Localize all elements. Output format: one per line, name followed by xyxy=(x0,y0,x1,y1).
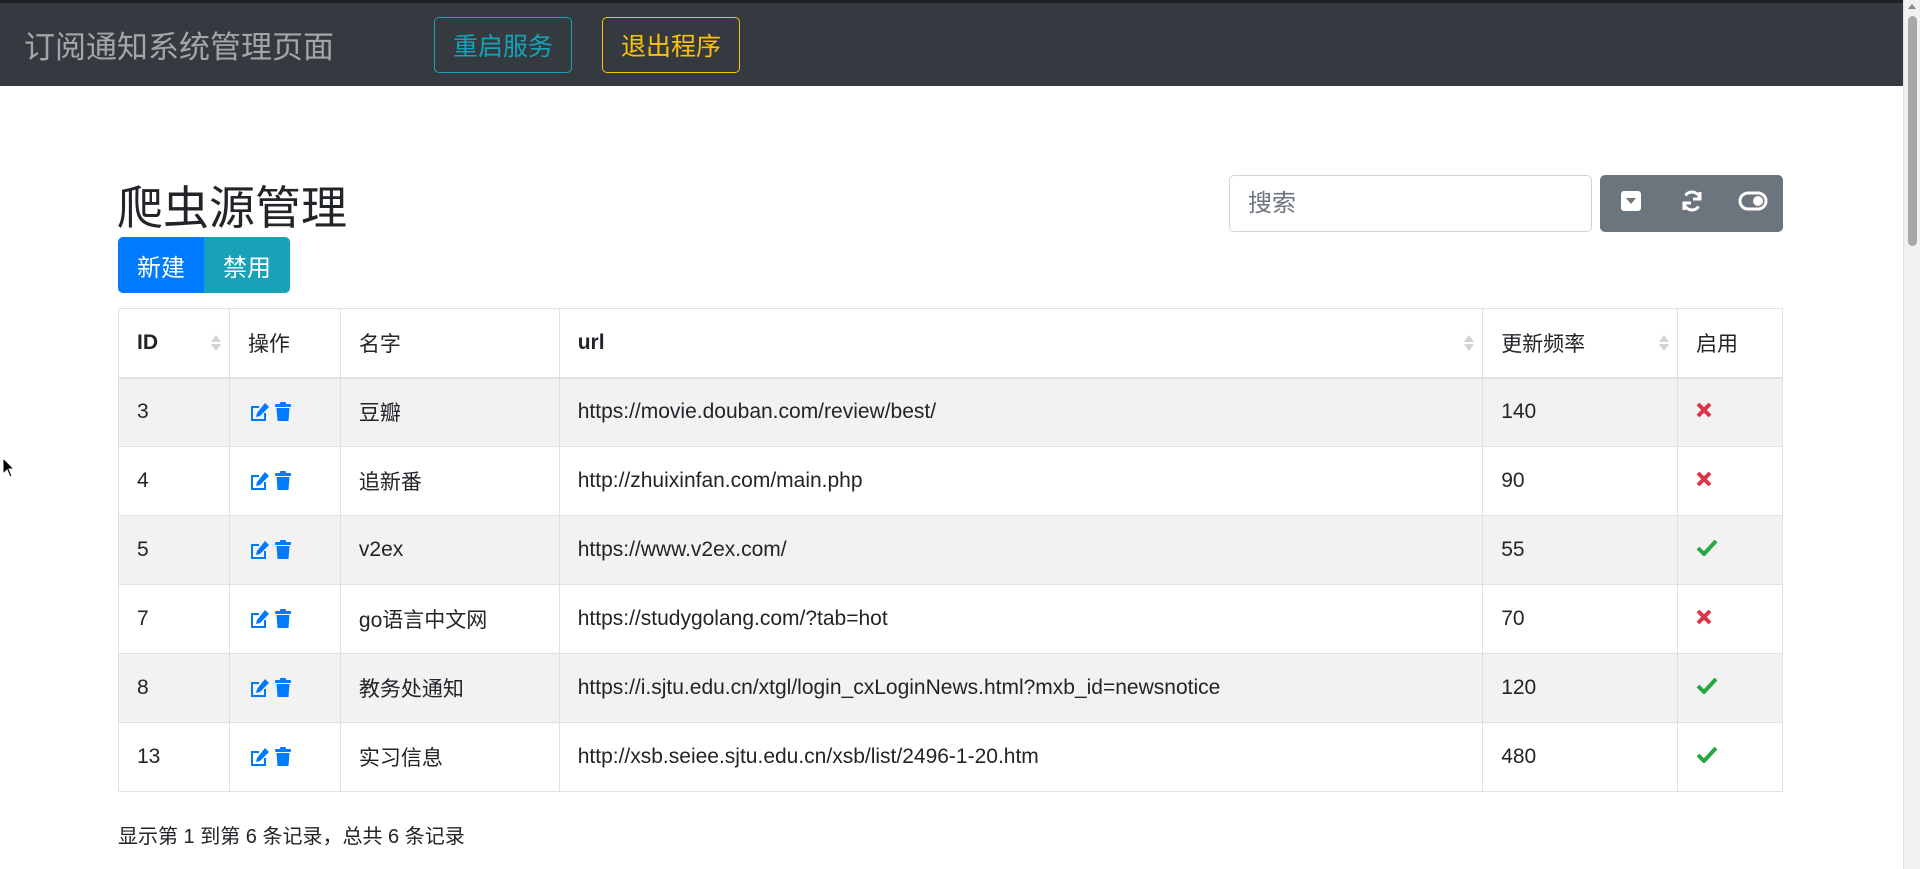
cell-ops xyxy=(228,584,341,654)
trash-icon[interactable] xyxy=(274,678,292,698)
header-id-label: ID xyxy=(137,330,158,354)
sort-icon xyxy=(1659,334,1670,351)
cell-name: v2ex xyxy=(339,515,560,585)
table-header-row: ID 操作 名字 url 更新频率 启用 xyxy=(118,308,1783,379)
cell-ops xyxy=(228,377,341,447)
cell-freq: 120 xyxy=(1482,653,1679,723)
check-icon xyxy=(1696,745,1718,768)
search-input[interactable] xyxy=(1229,175,1592,232)
cell-freq: 480 xyxy=(1482,722,1679,792)
table-row[interactable]: 3 豆瓣 https://movie.douban.com/review/best/… xyxy=(118,377,1783,447)
edit-icon[interactable] xyxy=(248,609,270,629)
cross-icon xyxy=(1696,607,1712,630)
table-body: 3 豆瓣 https://movie.douban.com/review/best/… xyxy=(118,377,1783,792)
header-freq-label: 更新频率 xyxy=(1501,332,1586,356)
trash-icon[interactable] xyxy=(274,609,292,629)
cell-freq: 70 xyxy=(1482,584,1679,654)
trash-icon[interactable] xyxy=(274,540,292,560)
page-scrollbar[interactable] xyxy=(1903,0,1920,869)
cell-url: https://www.v2ex.com/ xyxy=(558,515,1484,585)
cell-id: 8 xyxy=(118,653,230,723)
cell-enabled xyxy=(1677,722,1783,792)
check-icon xyxy=(1696,538,1718,561)
new-source-button[interactable]: 新建 xyxy=(118,237,204,293)
header-enabled-label: 启用 xyxy=(1696,332,1739,356)
dropdown-toggle-icon xyxy=(1620,190,1642,217)
edit-icon[interactable] xyxy=(248,540,270,560)
pagination-summary: 显示第 1 到第 6 条记录，总共 6 条记录 xyxy=(118,826,465,848)
cell-name: 实习信息 xyxy=(339,722,560,792)
cell-freq: 140 xyxy=(1482,377,1679,447)
cell-url: http://zhuixinfan.com/main.php xyxy=(558,446,1484,516)
cell-name: go语言中文网 xyxy=(339,584,560,654)
cell-id: 7 xyxy=(118,584,230,654)
header-name-label: 名字 xyxy=(358,332,401,356)
cell-ops xyxy=(228,446,341,516)
check-icon xyxy=(1696,676,1718,699)
sort-icon xyxy=(210,334,221,351)
action-button-group: 新建 禁用 xyxy=(118,237,290,293)
cell-enabled xyxy=(1677,515,1783,585)
cell-url: https://studygolang.com/?tab=hot xyxy=(558,584,1484,654)
table-toolbar xyxy=(1600,175,1783,232)
cross-icon xyxy=(1696,469,1712,492)
trash-icon[interactable] xyxy=(274,402,292,422)
cell-enabled xyxy=(1677,446,1783,516)
mouse-cursor-icon xyxy=(2,456,16,484)
disable-source-button[interactable]: 禁用 xyxy=(204,237,290,293)
table-row[interactable]: 5 v2ex https://www.v2ex.com/55 xyxy=(118,515,1783,585)
scroll-up-arrow-icon[interactable] xyxy=(1908,4,1916,9)
header-url-label: url xyxy=(577,330,605,354)
refresh-button[interactable] xyxy=(1661,175,1722,232)
restart-service-button[interactable]: 重启服务 xyxy=(434,16,573,73)
header-id[interactable]: ID xyxy=(118,308,230,379)
header-ops: 操作 xyxy=(228,308,341,379)
refresh-icon xyxy=(1679,188,1705,219)
edit-icon[interactable] xyxy=(248,402,270,422)
table-row[interactable]: 4 追新番 http://zhuixinfan.com/main.php 90 xyxy=(118,446,1783,516)
cell-id: 4 xyxy=(118,446,230,516)
page-title: 爬虫源管理 xyxy=(117,182,347,234)
cell-url: https://i.sjtu.edu.cn/xtgl/login_cxLogin… xyxy=(558,653,1484,723)
scroll-thumb[interactable] xyxy=(1908,16,1917,246)
sort-icon xyxy=(1464,334,1475,351)
cell-name: 豆瓣 xyxy=(339,377,560,447)
cell-name: 教务处通知 xyxy=(339,653,560,723)
cell-freq: 90 xyxy=(1482,446,1679,516)
cell-enabled xyxy=(1677,584,1783,654)
trash-icon[interactable] xyxy=(274,747,292,767)
table-row[interactable]: 13 实习信息 http://xsb.seiee.sjtu.edu.cn/xsb/l… xyxy=(118,722,1783,792)
table-row[interactable]: 8 教务处通知 https://i.sjtu.edu.cn/xtgl/login_c… xyxy=(118,653,1783,723)
cell-enabled xyxy=(1677,653,1783,723)
table-row[interactable]: 7 go语言中文网 https://studygolang.com/?tab=hot… xyxy=(118,584,1783,654)
cell-enabled xyxy=(1677,377,1783,447)
edit-icon[interactable] xyxy=(248,747,270,767)
header-freq[interactable]: 更新频率 xyxy=(1482,308,1679,379)
toggle-view-button[interactable] xyxy=(1722,175,1783,232)
edit-icon[interactable] xyxy=(248,678,270,698)
header-url[interactable]: url xyxy=(558,308,1484,379)
cell-ops xyxy=(228,653,341,723)
cell-id: 13 xyxy=(118,722,230,792)
header-enabled: 启用 xyxy=(1677,308,1783,379)
cell-id: 3 xyxy=(118,377,230,447)
columns-dropdown-button[interactable] xyxy=(1600,175,1661,232)
cell-id: 5 xyxy=(118,515,230,585)
top-navbar: 订阅通知系统管理页面 重启服务 退出程序 xyxy=(0,0,1903,86)
sources-table: ID 操作 名字 url 更新频率 启用 3 豆瓣 https://movie.do… xyxy=(118,308,1783,792)
exit-program-button[interactable]: 退出程序 xyxy=(602,16,741,73)
cell-url: https://movie.douban.com/review/best/ xyxy=(558,377,1484,447)
cell-name: 追新番 xyxy=(339,446,560,516)
header-ops-label: 操作 xyxy=(247,332,290,356)
trash-icon[interactable] xyxy=(274,471,292,491)
app-brand[interactable]: 订阅通知系统管理页面 xyxy=(24,22,334,67)
cell-ops xyxy=(228,722,341,792)
edit-icon[interactable] xyxy=(248,471,270,491)
cell-url: http://xsb.seiee.sjtu.edu.cn/xsb/list/24… xyxy=(558,722,1484,792)
cell-ops xyxy=(228,515,341,585)
header-name: 名字 xyxy=(339,308,560,379)
cell-freq: 55 xyxy=(1482,515,1679,585)
toggle-view-icon xyxy=(1738,190,1768,217)
cross-icon xyxy=(1696,400,1712,423)
